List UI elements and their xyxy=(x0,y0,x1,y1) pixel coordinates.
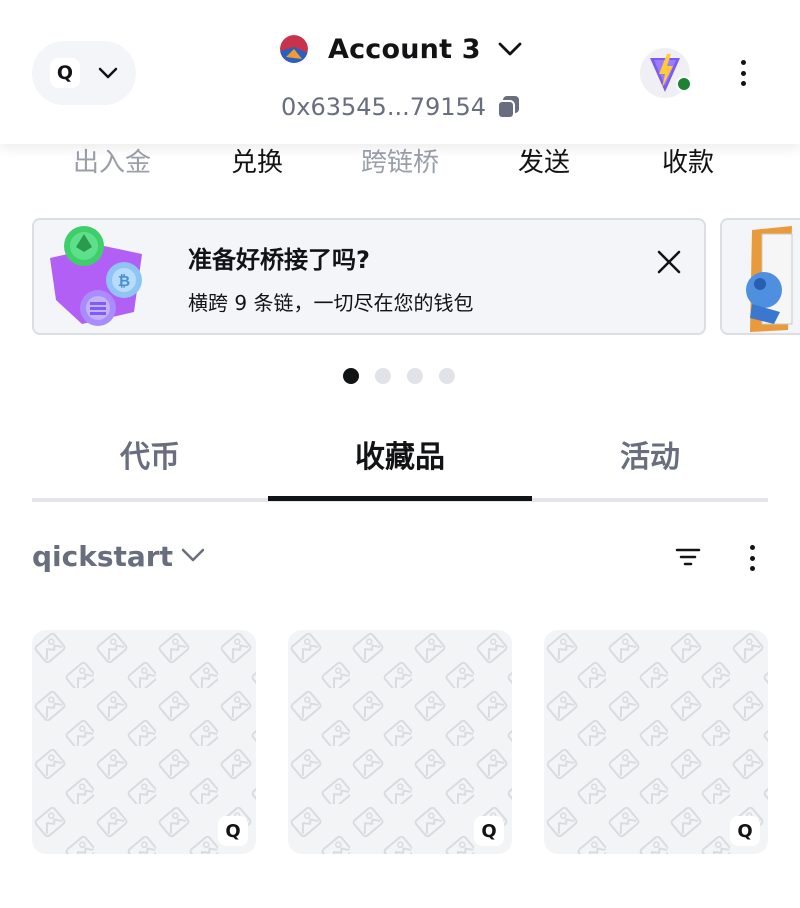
carousel-dot[interactable] xyxy=(439,368,455,384)
carousel-dot[interactable] xyxy=(343,368,359,384)
wallet-actions: 出入金 兑换 跨链桥 发送 收款 xyxy=(0,144,800,184)
active-tab-indicator xyxy=(268,496,532,501)
bridge-promo-banner[interactable]: ₿ 准备好桥接了吗? 横跨 9 条链，一切尽在您的钱包 xyxy=(32,218,706,335)
more-options-icon[interactable] xyxy=(732,58,754,88)
promo-illustration xyxy=(746,226,793,332)
address-copy[interactable]: 0x63545...79154 xyxy=(281,90,522,124)
network-badge-icon: Q xyxy=(218,816,248,846)
close-icon[interactable] xyxy=(655,248,683,276)
carousel-dot[interactable] xyxy=(375,368,391,384)
account-avatar-icon xyxy=(280,35,308,63)
banner-subtitle: 横跨 9 条链，一切尽在您的钱包 xyxy=(188,291,474,315)
account-picker[interactable]: Account 3 xyxy=(280,28,523,70)
filter-icon[interactable] xyxy=(675,547,701,567)
chevron-down-icon xyxy=(498,42,522,56)
account-address: 0x63545...79154 xyxy=(281,93,487,121)
buy-sell-button[interactable]: 出入金 xyxy=(57,144,167,182)
connected-status-dot xyxy=(676,76,692,92)
swap-button[interactable]: 兑换 xyxy=(202,144,312,182)
nft-card[interactable]: Q xyxy=(32,630,256,854)
banner-title: 准备好桥接了吗? xyxy=(188,246,370,274)
network-picker[interactable]: Q xyxy=(32,41,136,105)
carousel-dots xyxy=(343,368,455,384)
account-name: Account 3 xyxy=(328,33,481,65)
network-badge-icon: Q xyxy=(474,816,504,846)
send-button[interactable]: 发送 xyxy=(489,144,599,182)
carousel-dot[interactable] xyxy=(407,368,423,384)
chevron-down-icon xyxy=(98,67,118,79)
app-header: Q Account 3 0x63545...79154 xyxy=(0,0,800,144)
nft-card[interactable]: Q xyxy=(288,630,512,854)
chevron-down-icon[interactable] xyxy=(180,547,206,563)
network-badge-icon: Q xyxy=(730,816,760,846)
copy-icon xyxy=(497,96,520,119)
collection-options-icon[interactable] xyxy=(748,545,756,571)
tab-tokens[interactable]: 代币 xyxy=(32,420,268,500)
collection-name[interactable]: qickstart xyxy=(32,540,173,573)
crypto-coins-illustration: ₿ xyxy=(50,226,142,326)
receive-button[interactable]: 收款 xyxy=(633,144,743,182)
network-icon: Q xyxy=(50,58,80,88)
svg-text:₿: ₿ xyxy=(118,272,130,290)
bridge-button[interactable]: 跨链桥 xyxy=(345,144,455,182)
tab-activity[interactable]: 活动 xyxy=(532,420,768,500)
nft-card[interactable]: Q xyxy=(544,630,768,854)
next-promo-banner[interactable] xyxy=(720,218,800,335)
asset-tabs: 代币 收藏品 活动 xyxy=(32,420,768,502)
tab-collectibles[interactable]: 收藏品 xyxy=(282,420,518,500)
